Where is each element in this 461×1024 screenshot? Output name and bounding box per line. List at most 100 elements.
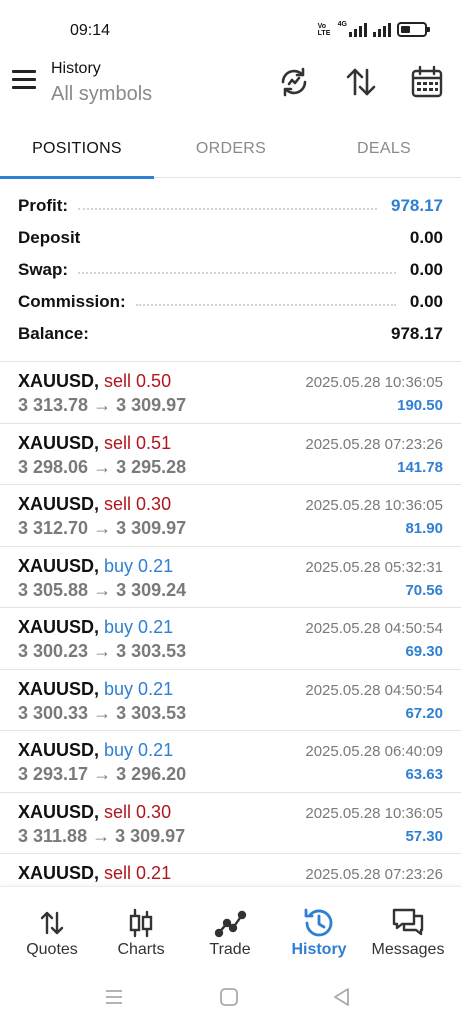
symbol-name: XAUUSD, (18, 555, 100, 576)
list-item[interactable]: XAUUSD, buy 0.21 3 300.33 → 3 303.53 2025.… (0, 670, 461, 731)
deal-prices: 3 300.33 → 3 303.53 (18, 702, 187, 723)
deal-side: buy 0.21 (104, 678, 174, 699)
deal-side: sell 0.30 (104, 801, 172, 822)
quotes-icon (40, 911, 64, 935)
deal-time: 2025.05.28 10:36:05 (305, 804, 443, 822)
deal-time: 2025.05.28 04:50:54 (305, 681, 443, 699)
deal-symbol: XAUUSD, buy 0.21 (18, 679, 173, 700)
nav-history[interactable]: History (274, 887, 364, 977)
history-tabs: POSITIONS ORDERS DEALS (0, 130, 461, 179)
summary-label: Profit: (18, 196, 69, 215)
deal-profit: 141.78 (397, 458, 443, 476)
charts-icon (129, 908, 153, 938)
status-bar: 09:14 Vo LTE 4G (0, 0, 461, 56)
deal-profit: 67.20 (405, 704, 443, 722)
symbol-name: XAUUSD, (18, 863, 100, 883)
deal-prices: 3 305.88 → 3 309.24 (18, 579, 187, 600)
deal-prices: 3 300.23 → 3 303.53 (18, 641, 187, 661)
deal-time: 2025.05.28 04:50:54 (305, 620, 443, 637)
summary-row-deposit: Deposit 0.00 (0, 222, 461, 254)
deal-time: 2025.05.28 07:23:26 (305, 435, 443, 453)
summary-row-swap: Swap: 0.00 (0, 254, 461, 286)
list-item[interactable]: XAUUSD, sell 0.21 2025.05.28 07:23:26 (0, 854, 461, 886)
deal-profit: 190.50 (397, 397, 443, 414)
deal-prices: 3 312.70 → 3 309.97 (18, 518, 187, 538)
symbol-name: XAUUSD, (18, 801, 100, 822)
messages-icon (392, 908, 424, 936)
history-icon (304, 908, 333, 937)
sort-icon[interactable] (343, 64, 379, 100)
symbol-filter[interactable]: All symbols (51, 83, 152, 106)
deal-prices: 3 311.88 → 3 309.97 (18, 825, 186, 846)
nav-label: Quotes (26, 941, 78, 958)
menu-icon[interactable] (12, 70, 38, 92)
tab-orders[interactable]: ORDERS (154, 130, 308, 178)
deal-symbol: XAUUSD, sell 0.30 (18, 802, 171, 823)
nav-messages[interactable]: Messages (363, 887, 453, 977)
summary-value: 0.00 (409, 228, 443, 247)
summary-value: 978.17 (391, 196, 443, 215)
deal-time: 2025.05.28 06:40:09 (305, 743, 443, 760)
page-title: History (51, 60, 101, 77)
deal-prices: 3 293.17 → 3 296.20 (18, 764, 187, 784)
symbol-name: XAUUSD, (18, 740, 100, 760)
nav-trade[interactable]: Trade (185, 887, 275, 977)
deal-symbol: XAUUSD, sell 0.21 (18, 863, 171, 884)
deal-profit: 70.56 (405, 581, 443, 599)
nav-label: Messages (371, 941, 445, 958)
leader-dots (135, 304, 396, 306)
list-item[interactable]: XAUUSD, buy 0.21 3 305.88 → 3 309.24 2025.… (0, 547, 461, 608)
list-item[interactable]: XAUUSD, sell 0.51 3 298.06 → 3 295.28 2025… (0, 424, 461, 485)
list-item[interactable]: XAUUSD, buy 0.21 3 300.23 → 3 303.53 2025.… (0, 608, 461, 670)
tab-positions[interactable]: POSITIONS (0, 130, 154, 179)
deal-symbol: XAUUSD, buy 0.21 (18, 556, 173, 577)
network-type: 4G (337, 21, 347, 28)
leader-dots (78, 272, 396, 274)
nav-charts[interactable]: Charts (96, 887, 186, 977)
refresh-icon[interactable] (276, 64, 312, 100)
list-item[interactable]: XAUUSD, sell 0.30 3 312.70 → 3 309.97 2025… (0, 485, 461, 547)
nav-label: History (291, 941, 347, 958)
summary-row-profit: Profit: 978.17 (0, 190, 461, 222)
deal-side: buy 0.21 (104, 617, 174, 637)
list-item[interactable]: XAUUSD, sell 0.50 3 313.78 → 3 309.97 2025… (0, 362, 461, 424)
deal-symbol: XAUUSD, buy 0.21 (18, 740, 173, 761)
calendar-icon[interactable] (409, 64, 445, 100)
summary-label: Commission: (18, 292, 126, 311)
list-item[interactable]: XAUUSD, sell 0.30 3 311.88 → 3 309.97 2025… (0, 793, 461, 854)
deal-profit: 81.90 (405, 520, 443, 537)
home-icon[interactable] (218, 986, 240, 1008)
symbol-name: XAUUSD, (18, 371, 100, 391)
summary-row-commission: Commission: 0.00 (0, 286, 461, 318)
summary-value: 978.17 (391, 324, 443, 343)
leader-space (90, 240, 396, 242)
tab-deals[interactable]: DEALS (307, 130, 461, 178)
deal-prices: 3 298.06 → 3 295.28 (18, 456, 187, 477)
deal-side: buy 0.21 (104, 740, 174, 760)
list-item[interactable]: XAUUSD, buy 0.21 3 293.17 → 3 296.20 2025.… (0, 731, 461, 793)
deal-symbol: XAUUSD, sell 0.51 (18, 433, 171, 454)
summary-value: 0.00 (409, 292, 443, 311)
deal-prices: 3 313.78 → 3 309.97 (18, 395, 187, 415)
deal-side: sell 0.51 (104, 432, 172, 453)
summary-value: 0.00 (409, 260, 443, 279)
signal-icon (349, 22, 367, 37)
nav-label: Trade (209, 941, 251, 958)
recents-icon[interactable] (103, 986, 125, 1008)
back-icon[interactable] (331, 986, 353, 1008)
trade-icon (214, 910, 247, 938)
deal-side: sell 0.50 (104, 371, 172, 391)
deal-symbol: XAUUSD, sell 0.30 (18, 494, 171, 515)
symbol-name: XAUUSD, (18, 432, 100, 453)
nav-quotes[interactable]: Quotes (7, 887, 97, 977)
deal-profit: 69.30 (405, 643, 443, 660)
leader-space (99, 336, 377, 338)
app-header: History All symbols (0, 56, 461, 124)
deal-side: sell 0.21 (104, 863, 172, 883)
system-nav (0, 976, 461, 1024)
status-time: 09:14 (70, 22, 111, 39)
positions-list[interactable]: XAUUSD, sell 0.50 3 313.78 → 3 309.97 2025… (0, 362, 461, 886)
status-indicators: Vo LTE 4G (318, 21, 430, 37)
summary-row-balance: Balance: 978.17 (0, 318, 461, 350)
symbol-name: XAUUSD, (18, 617, 100, 637)
